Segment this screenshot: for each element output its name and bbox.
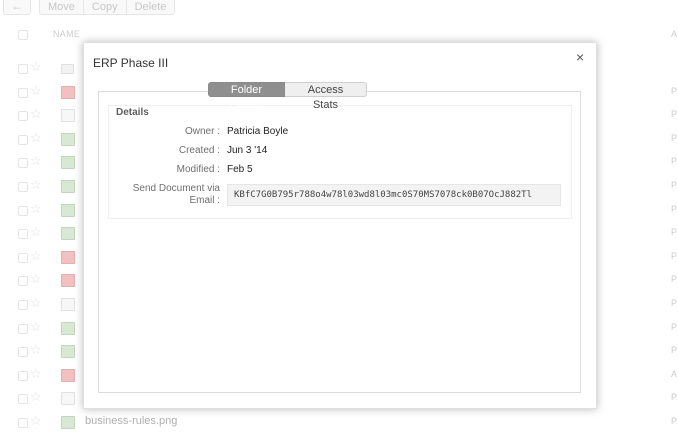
tab-bar: Folder Details Access Stats xyxy=(208,82,367,111)
email-label-line-1: Send Document via xyxy=(132,183,220,194)
tab-access-stats[interactable]: Access Stats xyxy=(285,82,367,111)
tab-folder-details[interactable]: Folder Details xyxy=(208,82,285,111)
email-address-field[interactable]: KBfC7G0B795r788o4w78l03wd8l03mc0S70MS707… xyxy=(227,184,561,206)
folder-details-dialog: ERP Phase III × Folder Details Access St… xyxy=(83,42,597,409)
owner-value: Patricia Boyle xyxy=(227,126,289,137)
dialog-title: ERP Phase III xyxy=(93,56,169,70)
modified-value: Feb 5 xyxy=(227,164,253,175)
created-label: Created : xyxy=(178,145,220,156)
modified-label: Modified : xyxy=(176,164,220,175)
owner-label: Owner : xyxy=(184,126,220,137)
close-icon[interactable]: × xyxy=(576,49,584,65)
details-heading: Details xyxy=(116,107,149,118)
created-value: Jun 3 '14 xyxy=(227,145,268,156)
email-label-line-2: Email : xyxy=(189,195,220,206)
